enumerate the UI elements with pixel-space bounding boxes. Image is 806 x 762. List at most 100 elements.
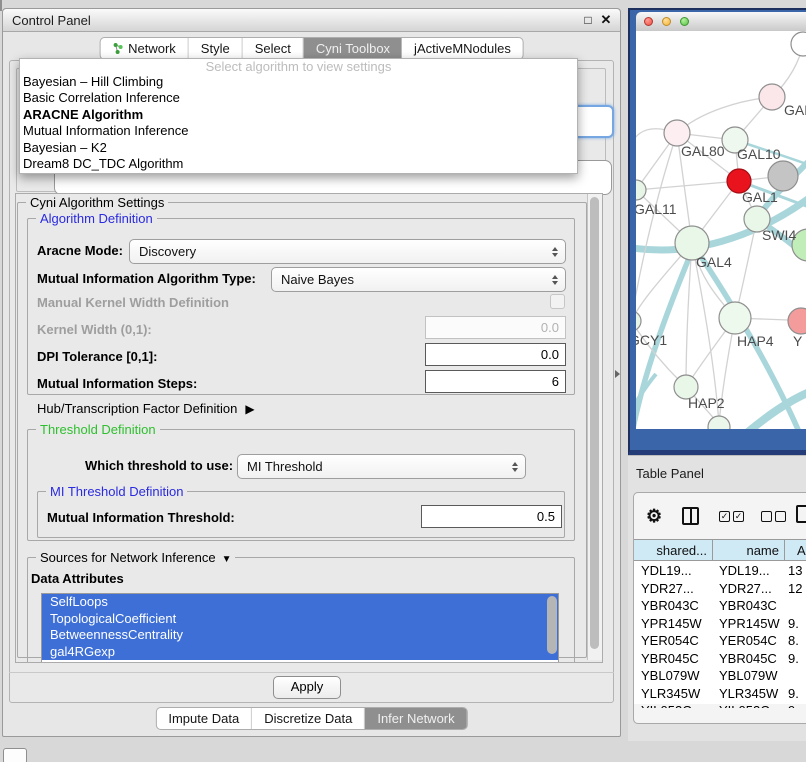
expand-arrow-icon: ▼ [222,552,232,567]
table-row[interactable]: YBR043CYBR043C [634,597,806,615]
node-gcy1[interactable] [636,311,641,331]
attribute-item[interactable]: BetweennessCentrality [42,627,558,644]
network-edge [677,97,772,133]
tab-label: Impute Data [168,711,239,726]
algorithm-option[interactable]: Bayesian – K2 [20,140,577,156]
hub-definition-toggle[interactable]: Hub/Transcription Factor Definition▶ [37,401,255,416]
minimized-panel-chip[interactable] [3,748,27,762]
close-window-icon[interactable]: ✕ [598,12,614,28]
table-cell: 9. [788,650,806,668]
application-root: Control Panel □ ✕ NetworkStyleSelectCyni… [0,0,806,762]
tab-impute-data[interactable]: Impute Data [156,708,252,729]
deselect-all-checkbox-icon[interactable] [775,511,786,522]
control-panel-window: Control Panel □ ✕ NetworkStyleSelectCyni… [2,8,621,737]
attribute-item[interactable]: SelfLoops [42,594,558,611]
apply-button[interactable]: Apply [273,676,341,699]
table-row[interactable]: YER054CYER054C8. [634,632,806,650]
node-label: GAL1 [742,189,778,205]
settings-scroll-area: Cyni Algorithm Settings Algorithm Defini… [15,193,603,663]
kernel-width-label: Kernel Width (0,1): [37,322,152,337]
table-cell: YPR145W [641,615,713,633]
network-icon [112,42,123,55]
table-cell [788,667,806,685]
mi-threshold-field[interactable]: 0.5 [421,505,562,528]
table-row[interactable]: YPR145WYPR145W9. [634,615,806,633]
table-row[interactable]: YBL079WYBL079W [634,667,806,685]
algorithm-definition-title: Algorithm Definition [36,211,157,226]
table-cell: YPR145W [719,615,785,633]
table-cell: YDL19... [719,562,785,580]
select-all-checkbox-icon[interactable]: ✓ [719,511,730,522]
node-left-green[interactable] [636,180,646,200]
minimize-traffic-light[interactable] [662,17,671,26]
table-cell: YBR043C [719,597,785,615]
close-traffic-light[interactable] [644,17,653,26]
columns-icon[interactable] [682,507,699,525]
algorithm-option[interactable]: Dream8 DC_TDC Algorithm [20,156,577,172]
table-row[interactable]: YLR345WYLR345W9. [634,685,806,703]
table-cell: 9. [788,702,806,708]
zoom-traffic-light[interactable] [680,17,689,26]
algorithm-option[interactable]: Mutual Information Inference [20,123,577,139]
node-bottom[interactable] [708,416,730,429]
settings-scrollbar[interactable] [587,194,602,660]
tab-select[interactable]: Select [243,38,304,59]
algorithm-option[interactable]: ARACNE Algorithm [20,107,577,123]
network-canvas[interactable]: GALGAL80GAL10GAL1GAL11SWI4GAL4GCY1HAP4YH… [636,31,806,429]
which-threshold-label: Which threshold to use: [85,458,233,473]
tab-cyni-toolbox[interactable]: Cyni Toolbox [304,38,402,59]
tab-style[interactable]: Style [189,38,243,59]
dropdown-items: Bayesian – Hill ClimbingBasic Correlatio… [20,74,577,172]
deselect-all-checkbox-icon[interactable] [761,511,772,522]
table-cell: YDR27... [641,580,713,598]
mi-algorithm-combo[interactable]: Naive Bayes [271,267,566,292]
tab-infer-network[interactable]: Infer Network [365,708,466,729]
float-window-icon[interactable]: □ [580,12,596,28]
attribute-list-scrollbar[interactable] [547,596,557,654]
network-edge [636,181,739,190]
mi-steps-field[interactable]: 6 [425,370,566,393]
node-top[interactable] [791,32,806,56]
gear-icon[interactable]: ⚙ [646,507,662,525]
table-row[interactable]: YDL19...YDL19...13 [634,562,806,580]
table-cell: 13 [788,562,806,580]
which-threshold-value: MI Threshold [247,459,323,474]
node-gray[interactable] [768,161,798,191]
mi-threshold-label: Mutual Information Threshold: [47,510,235,525]
table-row[interactable]: YBR045CYBR045C9. [634,650,806,668]
column-header-0[interactable]: shared... [634,540,713,561]
node-gal2[interactable] [759,84,785,110]
data-attributes-list: SelfLoopsTopologicalCoefficientBetweenne… [41,593,559,663]
sources-toggle[interactable]: Sources for Network Inference▼ [36,550,235,567]
algorithm-option[interactable]: Basic Correlation Inference [20,90,577,106]
algorithm-option[interactable]: Bayesian – Hill Climbing [20,74,577,90]
which-threshold-combo[interactable]: MI Threshold [237,454,526,479]
panel-splitter-arrow[interactable] [615,370,620,378]
tab-network[interactable]: Network [100,38,189,59]
column-header-1[interactable]: name [713,540,785,561]
table-panel: Table Panel ⚙ ✓ ✓ shared...nameA YDL19..… [628,455,806,741]
tab-discretize-data[interactable]: Discretize Data [252,708,365,729]
table-cell: YBR045C [641,650,713,668]
table-cell: YDR27... [719,580,785,598]
table-row[interactable]: YDR27...YDR27...12 [634,580,806,598]
column-header-2[interactable]: A [785,540,806,561]
tab-jactivemnodules[interactable]: jActiveMNodules [402,38,523,59]
settings-scrollbar-thumb[interactable] [590,197,599,649]
network-window-titlebar[interactable] [636,12,806,32]
dpi-tolerance-field[interactable]: 0.0 [425,343,566,366]
aracne-mode-combo[interactable]: Discovery [129,239,566,264]
table-cell: YER054C [641,632,713,650]
node-hap4[interactable] [719,302,751,334]
attribute-item[interactable]: gal4RGexp [42,644,558,661]
collapse-arrow-icon: ▶ [245,402,254,416]
node-label: Y [793,333,803,349]
select-all-checkbox-icon[interactable]: ✓ [733,511,744,522]
attribute-item[interactable]: TopologicalCoefficient [42,611,558,628]
node-salmon[interactable] [788,308,806,334]
kernel-width-field[interactable]: 0.0 [425,316,566,339]
manual-kernel-checkbox[interactable] [550,294,565,309]
table-row[interactable]: YIL052CYIL052C9. [634,702,806,708]
threshold-definition-title: Threshold Definition [36,422,160,437]
export-table-icon[interactable] [796,505,806,523]
